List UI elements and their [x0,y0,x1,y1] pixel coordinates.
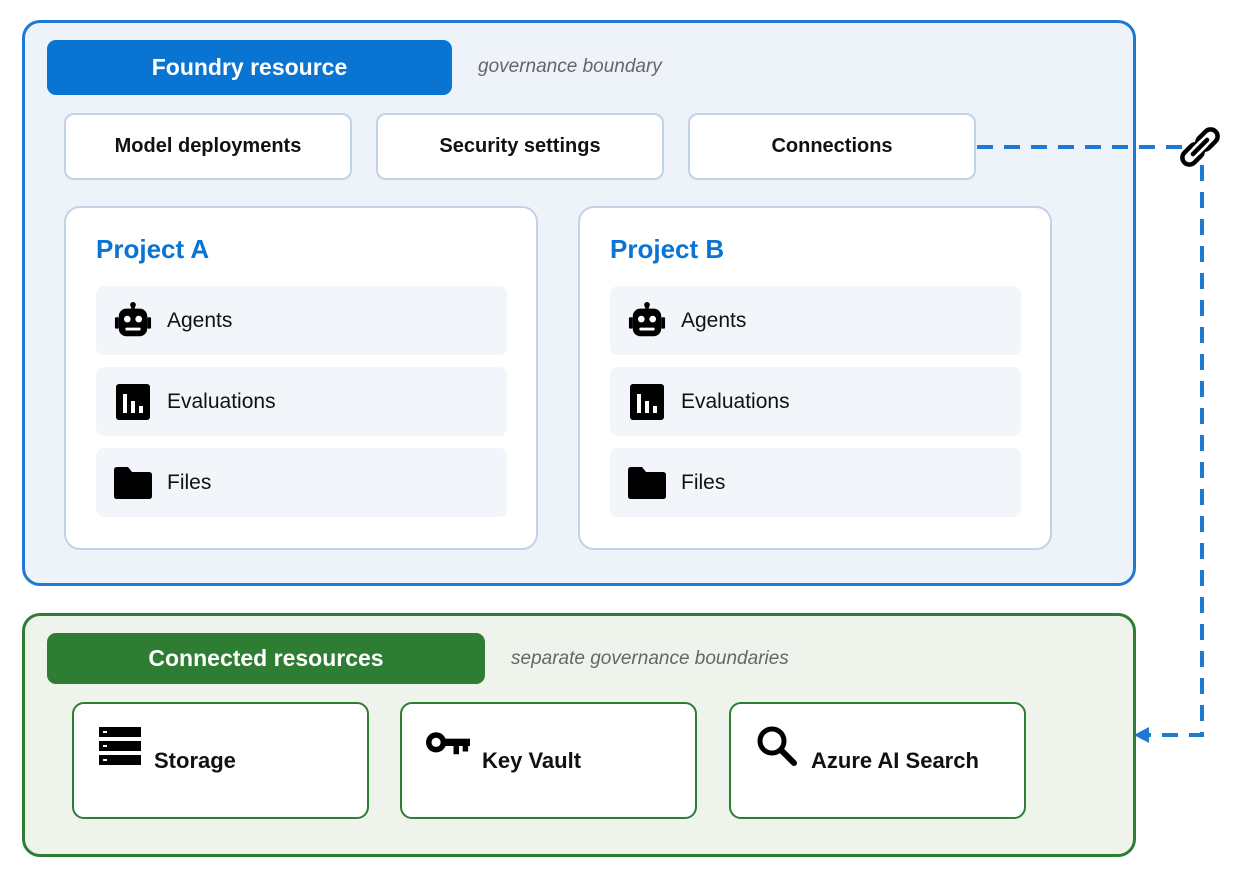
bar-chart-icon [114,383,152,421]
project-item-agents: Agents [610,286,1021,355]
project-title: Project A [96,234,210,264]
foundry-resource-header: Foundry resource [47,40,452,95]
security-settings-box: Security settings [376,113,664,180]
robot-icon [114,301,152,340]
search-icon [755,724,799,768]
storage-resource: Storage [72,702,369,819]
project-item-label: Evaluations [167,389,276,413]
storage-icon [98,724,142,768]
project-item-evaluations: Evaluations [610,367,1021,436]
project-item-evaluations: Evaluations [96,367,507,436]
link-icon [1180,127,1220,167]
azure-ai-search-resource: Azure AI Search [729,702,1026,819]
key-icon [426,724,470,768]
connected-governance-note: separate governance boundaries [511,648,789,669]
connections-box: Connections [688,113,976,180]
folder-icon [114,464,152,502]
project-item-label: Files [681,470,726,494]
resource-label: Key Vault [482,747,582,773]
model-deployments-box: Model deployments [64,113,352,180]
arrowhead [1134,727,1149,743]
project-item-agents: Agents [96,286,507,355]
resource-label: Azure AI Search [811,747,979,773]
robot-icon [628,301,666,340]
project-a-card: Project A Agents Evaluations Files [64,206,538,550]
project-b-card: Project B Agents Evaluations Files [578,206,1052,550]
project-item-label: Evaluations [681,389,790,413]
key-vault-resource: Key Vault [400,702,697,819]
project-item-label: Agents [167,308,233,332]
foundry-governance-note: governance boundary [478,56,662,77]
project-item-label: Agents [681,308,747,332]
project-item-files: Files [610,448,1021,517]
bar-chart-icon [628,383,666,421]
project-item-label: Files [167,470,212,494]
folder-icon [628,464,666,502]
connected-resources-header: Connected resources [47,633,485,684]
project-item-files: Files [96,448,507,517]
resource-label: Storage [154,747,236,773]
project-title: Project B [610,234,725,264]
